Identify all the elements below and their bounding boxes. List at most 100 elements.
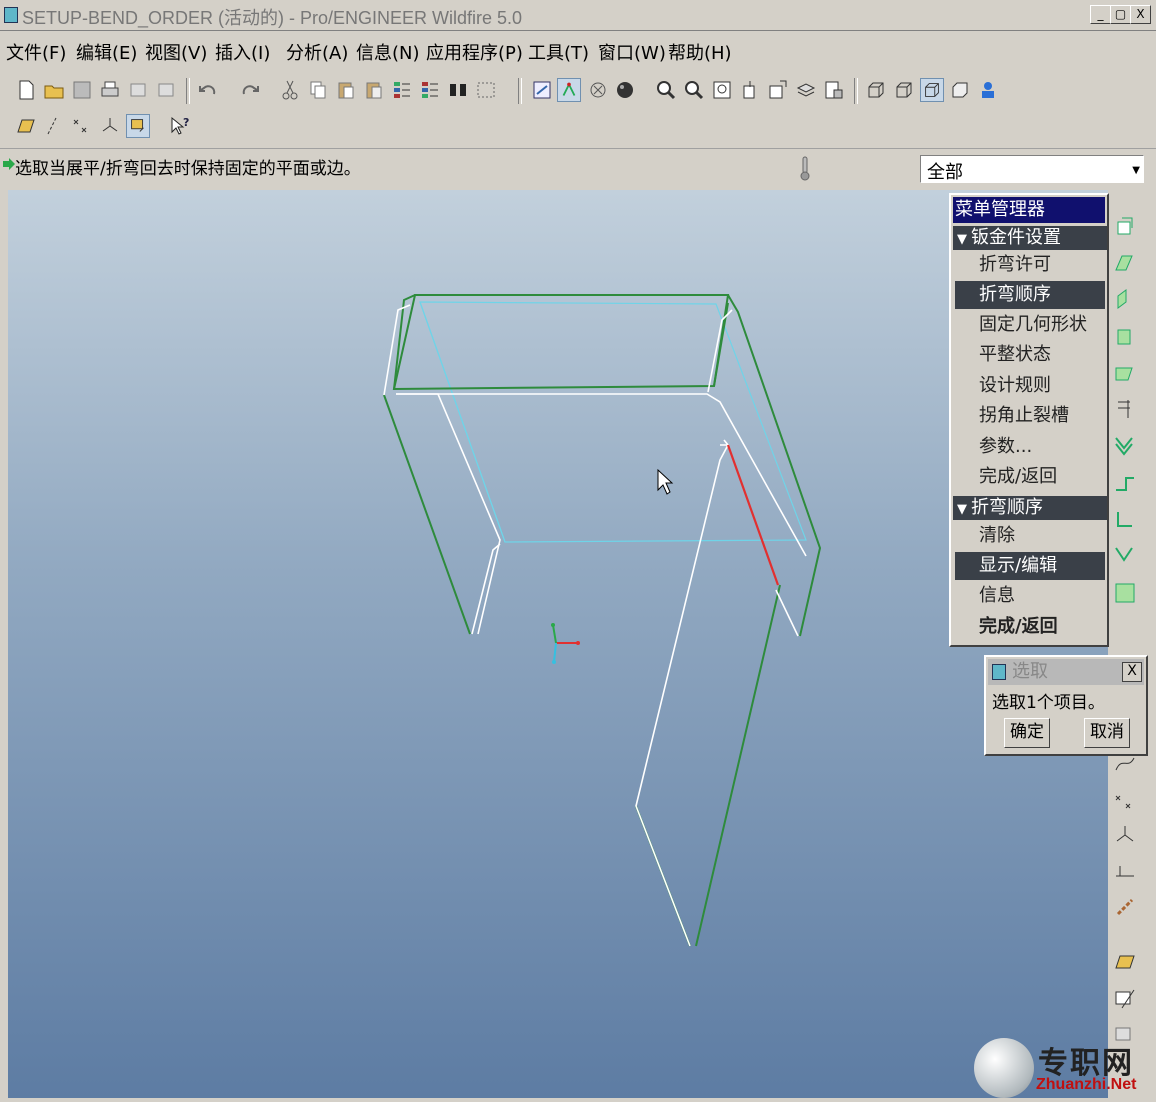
regenerate-icon[interactable] xyxy=(390,78,414,102)
view-manager-icon[interactable] xyxy=(822,78,846,102)
edge-bend-icon[interactable] xyxy=(1112,470,1138,496)
menu-item-corner-relief[interactable]: 拐角止裂槽 xyxy=(955,402,1105,430)
menu-item-fixed-geometry[interactable]: 固定几何形状 xyxy=(955,311,1105,339)
menu-window[interactable]: 窗口(W) xyxy=(598,39,666,65)
open-folder-icon[interactable] xyxy=(42,78,66,102)
datum-point-icon[interactable] xyxy=(1112,788,1138,814)
flat-wall-icon[interactable] xyxy=(1112,250,1138,276)
mail-icon[interactable] xyxy=(154,78,178,102)
mouse-cursor-icon xyxy=(657,468,674,495)
analysis-icon[interactable] xyxy=(1112,858,1138,884)
highlighted-edge[interactable] xyxy=(726,444,780,586)
close-button[interactable]: X xyxy=(1130,5,1151,24)
menu-insert[interactable]: 插入(I) xyxy=(215,39,270,65)
menu-item-bend-allowance[interactable]: 折弯许可 xyxy=(955,251,1105,279)
bend-order-header[interactable]: ▼ 折弯顺序 xyxy=(953,496,1107,520)
menu-item-parameters[interactable]: 参数... xyxy=(955,433,1105,461)
context-help-icon[interactable]: ? xyxy=(168,114,192,138)
csys-triad xyxy=(551,623,580,664)
datum-axis-tool-icon[interactable] xyxy=(1112,986,1138,1012)
menu-item-flat-state[interactable]: 平整状态 xyxy=(955,341,1105,369)
menu-file[interactable]: 文件(F) xyxy=(6,39,66,65)
close-icon[interactable]: X xyxy=(1122,662,1142,682)
save-icon[interactable] xyxy=(70,78,94,102)
datum-points-icon[interactable] xyxy=(70,114,94,138)
new-file-icon[interactable] xyxy=(14,78,38,102)
maximize-button[interactable]: ▢ xyxy=(1110,5,1131,24)
extend-wall-icon[interactable] xyxy=(1112,360,1138,386)
menu-item-done-return-2[interactable]: 完成/返回 xyxy=(955,613,1105,641)
toolbar-separator xyxy=(518,78,522,104)
hidden-edges xyxy=(419,301,807,543)
menu-item-info[interactable]: 信息 xyxy=(955,582,1105,610)
zoom-out-icon[interactable] xyxy=(682,78,706,102)
triangle-down-icon: ▼ xyxy=(957,232,967,247)
select-dialog-message: 选取1个项目。 xyxy=(992,693,1105,713)
chevron-down-icon: ▼ xyxy=(1132,165,1140,176)
csys-tool-icon[interactable] xyxy=(1112,822,1138,848)
copy-icon[interactable] xyxy=(306,78,330,102)
bend-icon[interactable] xyxy=(1112,432,1138,458)
ok-button[interactable]: 确定 xyxy=(1004,718,1050,748)
appearance-icon[interactable] xyxy=(614,78,638,102)
paste-special-icon[interactable] xyxy=(362,78,386,102)
orient-icon[interactable] xyxy=(586,78,610,102)
datum-plane-tool-icon[interactable] xyxy=(1112,950,1138,976)
refit-icon[interactable] xyxy=(710,78,734,102)
sheetmetal-setup-header[interactable]: ▼ 钣金件设置 xyxy=(953,226,1107,250)
model-tree-icon[interactable] xyxy=(976,78,1000,102)
menu-bar: 文件(F) 编辑(E) 视图(V) 插入(I) 分析(A) 信息(N) 应用程序… xyxy=(0,33,1156,67)
menu-view[interactable]: 视图(V) xyxy=(145,39,207,65)
silhouette-edges xyxy=(383,304,807,947)
flatten-icon[interactable] xyxy=(1112,580,1138,606)
menu-tools[interactable]: 工具(T) xyxy=(528,39,589,65)
layers-icon[interactable] xyxy=(794,78,818,102)
menu-edit[interactable]: 编辑(E) xyxy=(76,39,137,65)
repaint-icon[interactable] xyxy=(530,78,554,102)
zoom-in-icon[interactable] xyxy=(654,78,678,102)
cut-icon[interactable] xyxy=(278,78,302,102)
print-icon[interactable] xyxy=(98,78,122,102)
sheetmetal-model[interactable] xyxy=(8,190,1108,1098)
minimize-button[interactable]: _ xyxy=(1090,5,1111,24)
menu-item-clear[interactable]: 清除 xyxy=(955,522,1105,550)
menu-info[interactable]: 信息(N) xyxy=(356,39,420,65)
chain-icon[interactable] xyxy=(1112,894,1138,920)
annotations-icon[interactable] xyxy=(126,114,150,138)
paste-icon[interactable] xyxy=(334,78,358,102)
redo-icon[interactable] xyxy=(238,78,262,102)
unbend-icon[interactable] xyxy=(1112,506,1138,532)
flange-wall-icon[interactable] xyxy=(1112,286,1138,312)
bend-back-icon[interactable] xyxy=(1112,542,1138,568)
saved-views-icon[interactable] xyxy=(766,78,790,102)
reorient-icon[interactable] xyxy=(738,78,762,102)
menu-analysis[interactable]: 分析(A) xyxy=(286,39,348,65)
rip-icon[interactable] xyxy=(1112,396,1138,422)
datum-planes-icon[interactable] xyxy=(14,114,38,138)
wall-icon[interactable] xyxy=(1112,214,1138,240)
menu-help[interactable]: 帮助(H) xyxy=(668,39,732,65)
select-dialog-titlebar: 选取 X xyxy=(988,659,1144,685)
selection-filter-dropdown[interactable]: 全部 ▼ xyxy=(920,155,1144,183)
regen-manager-icon[interactable] xyxy=(418,78,442,102)
wireframe-icon[interactable] xyxy=(864,78,888,102)
unattached-wall-icon[interactable] xyxy=(1112,322,1138,348)
shading-icon[interactable] xyxy=(948,78,972,102)
spin-center-icon[interactable] xyxy=(557,78,581,102)
no-hidden-icon[interactable] xyxy=(920,78,944,102)
graphics-window[interactable] xyxy=(8,190,1108,1098)
selection-box-icon[interactable] xyxy=(474,78,498,102)
datum-axes-icon[interactable] xyxy=(42,114,66,138)
menu-item-bend-order[interactable]: 折弯顺序 xyxy=(955,281,1105,309)
menu-applications[interactable]: 应用程序(P) xyxy=(426,39,523,65)
find-icon[interactable] xyxy=(446,78,470,102)
menu-manager-title: 菜单管理器 xyxy=(953,197,1105,223)
csys-icon[interactable] xyxy=(98,114,122,138)
cancel-button[interactable]: 取消 xyxy=(1084,718,1130,748)
menu-item-show-edit[interactable]: 显示/编辑 xyxy=(955,552,1105,580)
menu-item-done-return[interactable]: 完成/返回 xyxy=(955,463,1105,491)
hidden-line-icon[interactable] xyxy=(892,78,916,102)
send-mail-icon[interactable] xyxy=(126,78,150,102)
menu-item-design-rules[interactable]: 设计规则 xyxy=(955,372,1105,400)
undo-icon[interactable] xyxy=(196,78,220,102)
